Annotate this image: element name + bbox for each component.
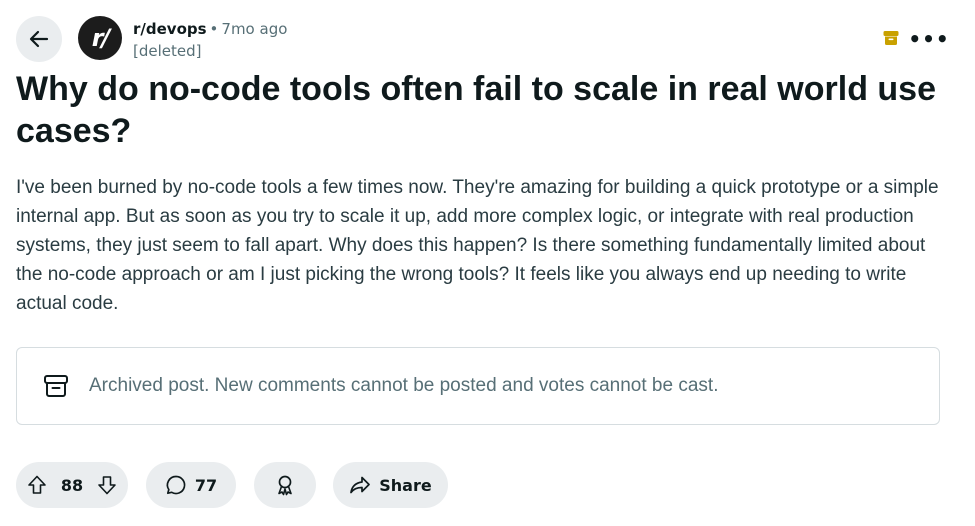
comment-count: 77: [194, 475, 218, 495]
upvote-icon[interactable]: [26, 474, 48, 496]
archive-icon: [44, 375, 68, 397]
subreddit-avatar[interactable]: r/: [78, 16, 122, 60]
archive-badge-icon: [883, 31, 899, 45]
vote-bar: 88: [16, 462, 128, 508]
share-icon: [350, 476, 371, 494]
archived-notice: Archived post. New comments cannot be po…: [16, 347, 940, 425]
share-button[interactable]: Share: [333, 462, 448, 508]
post-title: Why do no-code tools often fail to scale…: [16, 70, 936, 150]
post-author[interactable]: [deleted]: [133, 40, 287, 62]
share-label: Share: [379, 475, 432, 495]
post-body: I've been burned by no-code tools a few …: [16, 177, 939, 314]
post-meta-top: r/devops • 7mo ago: [133, 18, 287, 40]
arrow-left-icon: [29, 30, 49, 48]
overflow-menu-button[interactable]: •••: [908, 24, 948, 54]
back-button[interactable]: [16, 16, 62, 62]
comment-icon: [166, 475, 186, 495]
award-button[interactable]: [254, 462, 316, 508]
comments-button[interactable]: 77: [146, 462, 236, 508]
post-time: 7mo ago: [221, 20, 288, 38]
vote-count: 88: [60, 475, 84, 495]
subreddit-link[interactable]: r/devops: [133, 20, 207, 38]
post-meta: r/devops • 7mo ago [deleted]: [133, 18, 287, 62]
downvote-icon[interactable]: [96, 474, 118, 496]
meta-separator: •: [209, 20, 219, 38]
archived-notice-text: Archived post. New comments cannot be po…: [89, 375, 719, 396]
award-icon: [278, 475, 292, 496]
